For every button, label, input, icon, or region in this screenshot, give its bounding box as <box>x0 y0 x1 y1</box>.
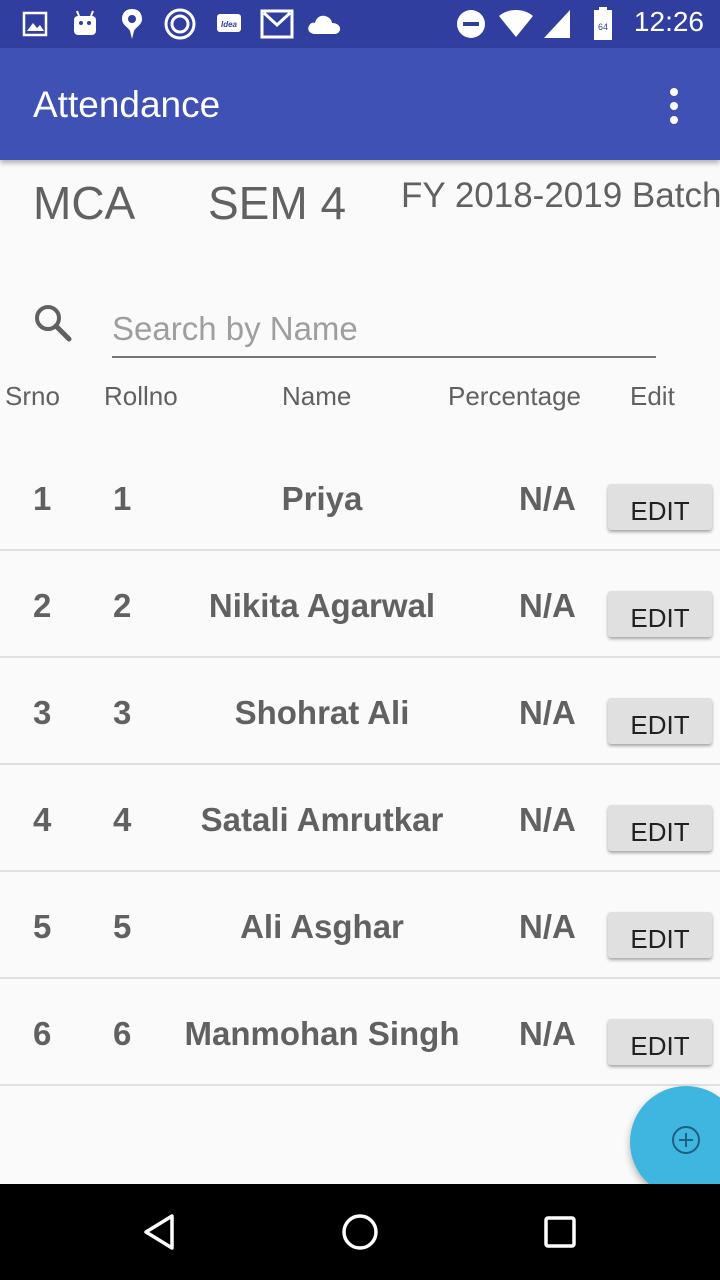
svg-text:64: 64 <box>598 22 608 32</box>
idea-icon: Idea <box>217 14 241 32</box>
page-title: Attendance <box>33 84 221 125</box>
table-row: 6 6 Manmohan Singh N/A EDIT <box>0 979 720 1086</box>
rollno-cell: 3 <box>113 694 132 731</box>
edit-button[interactable]: EDIT <box>608 484 712 530</box>
percentage-cell: N/A <box>519 908 576 945</box>
rollno-cell: 6 <box>113 1015 132 1052</box>
edit-button[interactable]: EDIT <box>608 591 712 637</box>
table-row: 1 1 Priya N/A EDIT <box>0 444 720 551</box>
student-list: 1 1 Priya N/A EDIT 2 2 Nikita Agarwal N/… <box>0 444 720 1086</box>
srno-cell: 1 <box>33 480 52 517</box>
column-header-edit: Edit <box>630 381 675 411</box>
search-icon[interactable] <box>33 303 73 343</box>
rollno-cell: 2 <box>113 587 132 624</box>
recents-icon[interactable] <box>540 1212 580 1252</box>
table-row: 4 4 Satali Amrutkar N/A EDIT <box>0 765 720 872</box>
edit-button[interactable]: EDIT <box>608 1019 712 1065</box>
name-cell: Nikita Agarwal <box>208 587 436 624</box>
column-header-rollno: Rollno <box>104 381 178 411</box>
notification-icon <box>122 9 142 39</box>
rollno-cell: 5 <box>113 908 132 945</box>
edit-button[interactable]: EDIT <box>608 805 712 851</box>
rollno-cell: 1 <box>113 480 132 517</box>
edit-button[interactable]: EDIT <box>608 698 712 744</box>
status-bar: Idea 64 12:26 <box>0 0 720 48</box>
name-cell: Shohrat Ali <box>234 694 410 731</box>
percentage-cell: N/A <box>519 694 576 731</box>
search-input[interactable] <box>112 308 656 358</box>
edit-button[interactable]: EDIT <box>608 912 712 958</box>
home-icon[interactable] <box>340 1212 380 1252</box>
app-bar: Attendance <box>0 48 720 160</box>
column-header-name: Name <box>282 381 352 411</box>
percentage-cell: N/A <box>519 1015 576 1052</box>
name-cell: Ali Asghar <box>240 908 404 945</box>
overflow-menu-icon[interactable] <box>660 86 690 126</box>
navigation-bar <box>0 1184 720 1280</box>
batch-label: FY 2018-2019 Batch <box>401 176 720 215</box>
battery-icon: 64 <box>594 7 612 40</box>
clock: 12:26 <box>633 6 704 37</box>
rollno-cell: 4 <box>113 801 132 838</box>
srno-cell: 6 <box>33 1015 52 1052</box>
column-header-percentage: Percentage <box>448 381 581 411</box>
gmail-icon <box>260 9 294 39</box>
percentage-cell: N/A <box>519 480 576 517</box>
percentage-cell: N/A <box>519 801 576 838</box>
name-cell: Manmohan Singh <box>184 1015 460 1052</box>
name-cell: Priya <box>281 480 363 517</box>
vodafone-icon <box>164 8 196 40</box>
table-row: 3 3 Shohrat Ali N/A EDIT <box>0 658 720 765</box>
srno-cell: 5 <box>33 908 52 945</box>
srno-cell: 3 <box>33 694 52 731</box>
percentage-cell: N/A <box>519 587 576 624</box>
column-header-srno: Srno <box>5 381 60 411</box>
dnd-icon <box>457 10 485 38</box>
semester-label: SEM 4 <box>208 177 347 229</box>
wifi-icon <box>499 10 533 37</box>
signal-icon <box>544 10 570 38</box>
course-label: MCA <box>33 177 136 229</box>
cloud-icon <box>308 15 341 34</box>
gallery-icon <box>22 11 48 37</box>
name-cell: Satali Amrutkar <box>200 801 444 838</box>
table-row: 2 2 Nikita Agarwal N/A EDIT <box>0 551 720 658</box>
android-icon <box>74 10 96 35</box>
srno-cell: 4 <box>33 801 52 838</box>
add-student-button[interactable] <box>630 1086 720 1198</box>
table-row: 5 5 Ali Asghar N/A EDIT <box>0 872 720 979</box>
svg-text:Idea: Idea <box>221 20 238 29</box>
add-circle-icon <box>672 1126 700 1154</box>
srno-cell: 2 <box>33 587 52 624</box>
back-icon[interactable] <box>140 1212 180 1252</box>
